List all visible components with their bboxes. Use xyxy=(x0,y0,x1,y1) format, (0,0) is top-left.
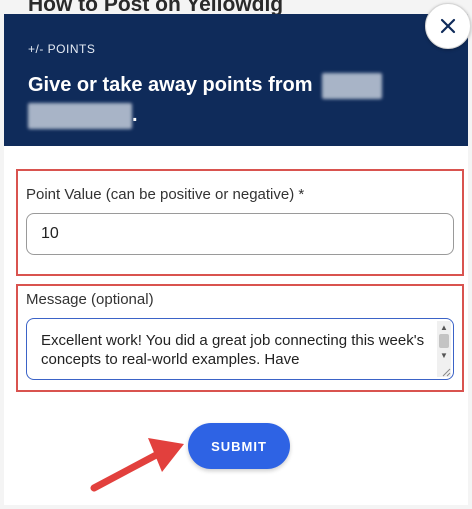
point-value-label-text: Point Value (can be positive or negative… xyxy=(26,186,295,203)
message-textarea-value: Excellent work! You did a great job conn… xyxy=(41,332,425,368)
scroll-thumb[interactable] xyxy=(439,334,449,348)
modal-heading-end: . xyxy=(132,104,138,126)
annotation-arrow-icon xyxy=(90,438,184,492)
point-value-label: Point Value (can be positive or negative… xyxy=(26,186,304,203)
scroll-up-arrow-icon[interactable]: ▲ xyxy=(437,321,451,333)
point-value-input[interactable]: 10 xyxy=(26,213,454,255)
modal-header: +/- POINTS Give or take away points from… xyxy=(4,14,468,146)
resize-grip-icon[interactable] xyxy=(441,367,451,377)
required-mark: * xyxy=(298,186,305,203)
redacted-name-part-2 xyxy=(28,102,132,129)
modal-heading-text: Give or take away points from xyxy=(28,74,313,96)
modal-kicker: +/- POINTS xyxy=(28,42,96,56)
modal-heading: Give or take away points from . xyxy=(28,70,438,130)
submit-button[interactable]: SUBMIT xyxy=(188,423,290,469)
message-label: Message (optional) xyxy=(26,291,154,308)
scroll-down-arrow-icon[interactable]: ▼ xyxy=(437,349,451,361)
close-button[interactable] xyxy=(425,3,471,49)
points-modal: +/- POINTS Give or take away points from… xyxy=(4,14,468,505)
close-icon xyxy=(440,18,456,34)
message-textarea[interactable]: Excellent work! You did a great job conn… xyxy=(26,318,454,380)
point-value-input-value: 10 xyxy=(41,225,59,242)
redacted-name-part-1 xyxy=(322,72,383,99)
